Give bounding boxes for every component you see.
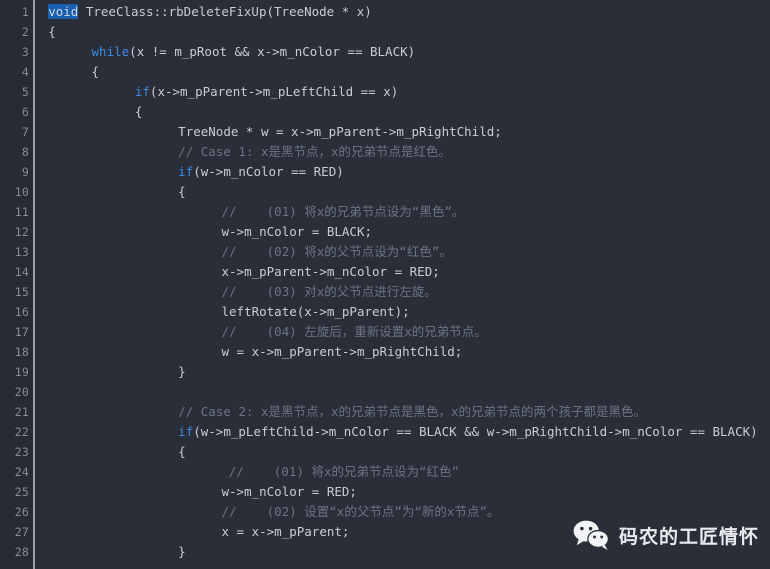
line-number: 17 (14, 325, 29, 339)
code-keyword: if (178, 424, 194, 439)
line-number: 13 (14, 245, 29, 259)
code-comment: // (03) 对x的父节点进行左旋。 (221, 284, 437, 299)
code-line[interactable]: while(x != m_pRoot && x->m_nColor == BLA… (92, 42, 416, 62)
code-line[interactable]: { (178, 182, 186, 202)
code-line[interactable]: } (178, 542, 186, 562)
line-number: 9 (21, 165, 29, 179)
line-number: 18 (14, 345, 29, 359)
line-number: 10 (14, 185, 29, 199)
line-number: 28 (14, 545, 29, 559)
code-keyword: void (48, 4, 79, 19)
line-number: 26 (14, 505, 29, 519)
line-number: 21 (14, 405, 29, 419)
code-text: TreeNode * w = x->m_pParent->m_pRightChi… (178, 124, 502, 139)
line-number: 22 (14, 425, 29, 439)
line-number: 11 (14, 205, 29, 219)
code-comment: // Case 1: x是黑节点，x的兄弟节点是红色。 (178, 144, 452, 159)
code-text: w->m_nColor = RED; (221, 484, 357, 499)
code-line[interactable]: if(x->m_pParent->m_pLeftChild == x) (135, 82, 398, 102)
code-line[interactable]: } (178, 362, 186, 382)
code-content[interactable]: void TreeClass::rbDeleteFixUp(TreeNode *… (41, 0, 770, 569)
code-text: leftRotate(x->m_pParent); (221, 304, 410, 319)
line-number: 1 (21, 5, 29, 19)
code-text: (w->m_nColor == RED) (193, 164, 344, 179)
line-number: 8 (21, 145, 29, 159)
code-text: x->m_pParent->m_nColor = RED; (221, 264, 440, 279)
line-number: 14 (14, 265, 29, 279)
line-number: 20 (14, 385, 29, 399)
code-line[interactable]: // (04) 左旋后，重新设置x的兄弟节点。 (222, 322, 487, 342)
code-line[interactable]: // (03) 对x的父节点进行左旋。 (222, 282, 437, 302)
code-text: x = x->m_pParent; (221, 524, 350, 539)
watermark-text: 码农的工匠情怀 (619, 525, 760, 548)
code-line[interactable]: // (01) 将x的兄弟节点设为“红色” (229, 462, 459, 482)
code-line[interactable]: w->m_nColor = BLACK; (222, 222, 373, 242)
code-comment: // (02) 将x的父节点设为“红色”。 (221, 244, 452, 259)
line-number: 19 (14, 365, 29, 379)
code-text: { (178, 444, 186, 459)
code-text: { (134, 104, 143, 119)
code-text: (x != m_pRoot && x->m_nColor == BLACK) (129, 44, 416, 59)
line-number: 25 (14, 485, 29, 499)
code-line[interactable]: x->m_pParent->m_nColor = RED; (222, 262, 440, 282)
code-text: TreeClass::rbDeleteFixUp(TreeNode * x) (78, 4, 372, 19)
code-text: { (48, 24, 56, 39)
line-number: 3 (21, 45, 29, 59)
line-number: 27 (14, 525, 29, 539)
line-number: 12 (14, 225, 29, 239)
code-comment: // (02) 设置“x的父节点”为“新的x节点”。 (221, 504, 500, 519)
code-keyword: while (91, 44, 130, 59)
code-keyword: if (178, 164, 194, 179)
code-text: { (178, 184, 186, 199)
code-line[interactable]: { (135, 102, 143, 122)
line-number: 4 (21, 65, 29, 79)
code-line[interactable]: w->m_nColor = RED; (222, 482, 357, 502)
code-line[interactable]: // (02) 设置“x的父节点”为“新的x节点”。 (222, 502, 500, 522)
code-text: w = x->m_pParent->m_pRightChild; (221, 344, 463, 359)
code-text: (x->m_pParent->m_pLeftChild == x) (149, 84, 399, 99)
code-line[interactable]: if(w->m_pLeftChild->m_nColor == BLACK &&… (178, 422, 758, 442)
code-line[interactable]: { (178, 442, 186, 462)
code-line[interactable]: // Case 2: x是黑节点，x的兄弟节点是黑色，x的兄弟节点的两个孩子都是… (178, 402, 646, 422)
code-line[interactable]: // (01) 将x的兄弟节点设为“黑色”。 (222, 202, 465, 222)
line-number: 2 (21, 25, 29, 39)
line-number: 16 (14, 305, 29, 319)
code-comment: // Case 2: x是黑节点，x的兄弟节点是黑色，x的兄弟节点的两个孩子都是… (178, 404, 647, 419)
line-number: 6 (21, 105, 29, 119)
code-text: (w->m_pLeftChild->m_nColor == BLACK && w… (193, 424, 758, 439)
code-keyword: if (134, 84, 150, 99)
line-number: 5 (21, 85, 29, 99)
line-number: 24 (14, 465, 29, 479)
line-number-gutter: 1 2 3 4 5 6 7 8 9 10 11 12 13 14 15 16 17 18 19 20 21 22 23 24 2… (0, 0, 33, 569)
code-text: } (178, 364, 186, 379)
code-line[interactable]: { (92, 62, 100, 82)
watermark: 码农的工匠情怀 (572, 515, 759, 555)
code-line[interactable]: w = x->m_pParent->m_pRightChild; (222, 342, 463, 362)
code-text: } (178, 544, 186, 559)
code-comment: // (01) 将x的兄弟节点设为“红色” (228, 464, 460, 479)
wechat-icon (573, 520, 610, 551)
code-comment: // (04) 左旋后，重新设置x的兄弟节点。 (221, 324, 487, 339)
code-text: w->m_nColor = BLACK; (221, 224, 373, 239)
line-number: 15 (14, 285, 29, 299)
code-line[interactable]: if(w->m_nColor == RED) (178, 162, 344, 182)
code-line[interactable]: void TreeClass::rbDeleteFixUp(TreeNode *… (48, 2, 372, 22)
line-number: 7 (21, 125, 29, 139)
code-text: { (91, 64, 100, 79)
code-line[interactable]: TreeNode * w = x->m_pParent->m_pRightChi… (178, 122, 502, 142)
code-line[interactable]: leftRotate(x->m_pParent); (222, 302, 410, 322)
code-line[interactable]: { (48, 22, 56, 42)
code-line[interactable]: x = x->m_pParent; (222, 522, 350, 542)
code-line[interactable]: // Case 1: x是黑节点，x的兄弟节点是红色。 (178, 142, 451, 162)
line-number: 23 (14, 445, 29, 459)
code-line[interactable]: // (02) 将x的父节点设为“红色”。 (222, 242, 452, 262)
code-screenshot: 1 2 3 4 5 6 7 8 9 10 11 12 13 14 15 16 17 18 19 20 21 22 23 24 2… (0, 0, 770, 569)
code-comment: // (01) 将x的兄弟节点设为“黑色”。 (221, 204, 465, 219)
